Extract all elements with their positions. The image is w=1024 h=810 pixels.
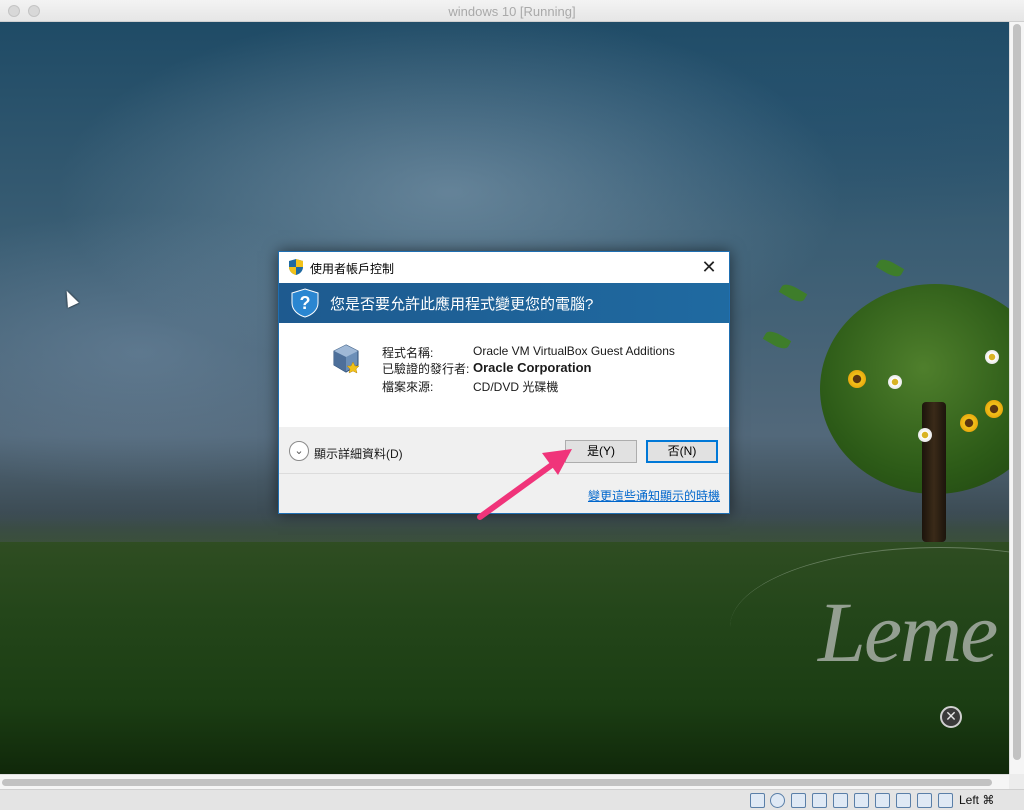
program-name-label: 程式名稱: <box>382 346 434 360</box>
leaf-icon <box>875 256 905 280</box>
host-key-label: Left ⌘ <box>959 793 995 807</box>
tree-trunk <box>922 402 946 542</box>
vertical-scroll-thumb[interactable] <box>1013 24 1021 760</box>
uac-question: 您是否要允許此應用程式變更您的電腦? <box>330 296 594 313</box>
chevron-down-icon[interactable]: ⌄ <box>289 441 309 461</box>
shared-folders-icon[interactable] <box>833 793 848 808</box>
recording-icon[interactable] <box>896 793 911 808</box>
show-details-label[interactable]: 顯示詳細資料(D) <box>314 445 403 462</box>
leaf-icon <box>762 328 792 352</box>
program-name-value: Oracle VM VirtualBox Guest Additions <box>473 344 675 358</box>
no-button[interactable]: 否(N) <box>646 440 718 463</box>
usb-icon[interactable] <box>812 793 827 808</box>
horizontal-scroll-thumb[interactable] <box>2 779 992 786</box>
uac-titlebar: 使用者帳戶控制 ✕ <box>279 252 729 283</box>
question-shield-icon: ? <box>291 288 319 318</box>
file-source-value: CD/DVD 光碟機 <box>473 380 559 394</box>
hard-disk-icon[interactable] <box>750 793 765 808</box>
uac-banner: ? 您是否要允許此應用程式變更您的電腦? <box>279 283 729 323</box>
overlay-close-icon[interactable]: ✕ <box>940 706 962 728</box>
horizontal-scrollbar[interactable] <box>0 774 1009 789</box>
annotation-arrow-icon <box>477 449 572 520</box>
window-title: windows 10 [Running] <box>448 4 576 19</box>
leaf-icon <box>778 281 808 305</box>
dialog-close-icon[interactable]: ✕ <box>697 255 721 279</box>
optical-drive-icon[interactable] <box>770 793 785 808</box>
daisy-icon <box>888 375 902 389</box>
daisy-icon <box>918 428 932 442</box>
sunflower-icon <box>848 370 866 388</box>
tree-crown <box>820 284 1009 494</box>
guest-screen[interactable]: Leme ✕ 使用者帳戶控制 ✕ ? 您是否要允許此應用程式變更您的電腦? 程式… <box>0 22 1009 774</box>
video-capture-icon[interactable] <box>875 793 890 808</box>
sunflower-icon <box>960 414 978 432</box>
uac-shield-icon <box>289 259 303 275</box>
file-source-label: 檔案來源: <box>382 380 434 394</box>
network-icon[interactable] <box>791 793 806 808</box>
mouse-integration-icon[interactable] <box>917 793 932 808</box>
vertical-scrollbar[interactable] <box>1009 22 1024 774</box>
mouse-cursor-icon <box>61 288 79 308</box>
keyboard-icon[interactable] <box>938 793 953 808</box>
svg-text:?: ? <box>300 293 311 313</box>
virtualbox-icon <box>333 344 360 374</box>
display-icon[interactable] <box>854 793 869 808</box>
publisher-value: Oracle Corporation <box>473 360 592 375</box>
window-titlebar: windows 10 [Running] <box>0 0 1024 22</box>
publisher-label: 已驗證的發行者: <box>382 362 470 376</box>
virtualbox-status-bar: Left ⌘ <box>0 789 1024 810</box>
uac-program-info: 程式名稱: Oracle VM VirtualBox Guest Additio… <box>279 323 729 427</box>
notification-settings-link[interactable]: 變更這些通知顯示的時機 <box>588 487 720 504</box>
sunflower-icon <box>985 400 1003 418</box>
wallpaper-logo-text: Leme <box>818 584 998 680</box>
daisy-icon <box>985 350 999 364</box>
uac-dialog-title: 使用者帳戶控制 <box>310 262 395 276</box>
